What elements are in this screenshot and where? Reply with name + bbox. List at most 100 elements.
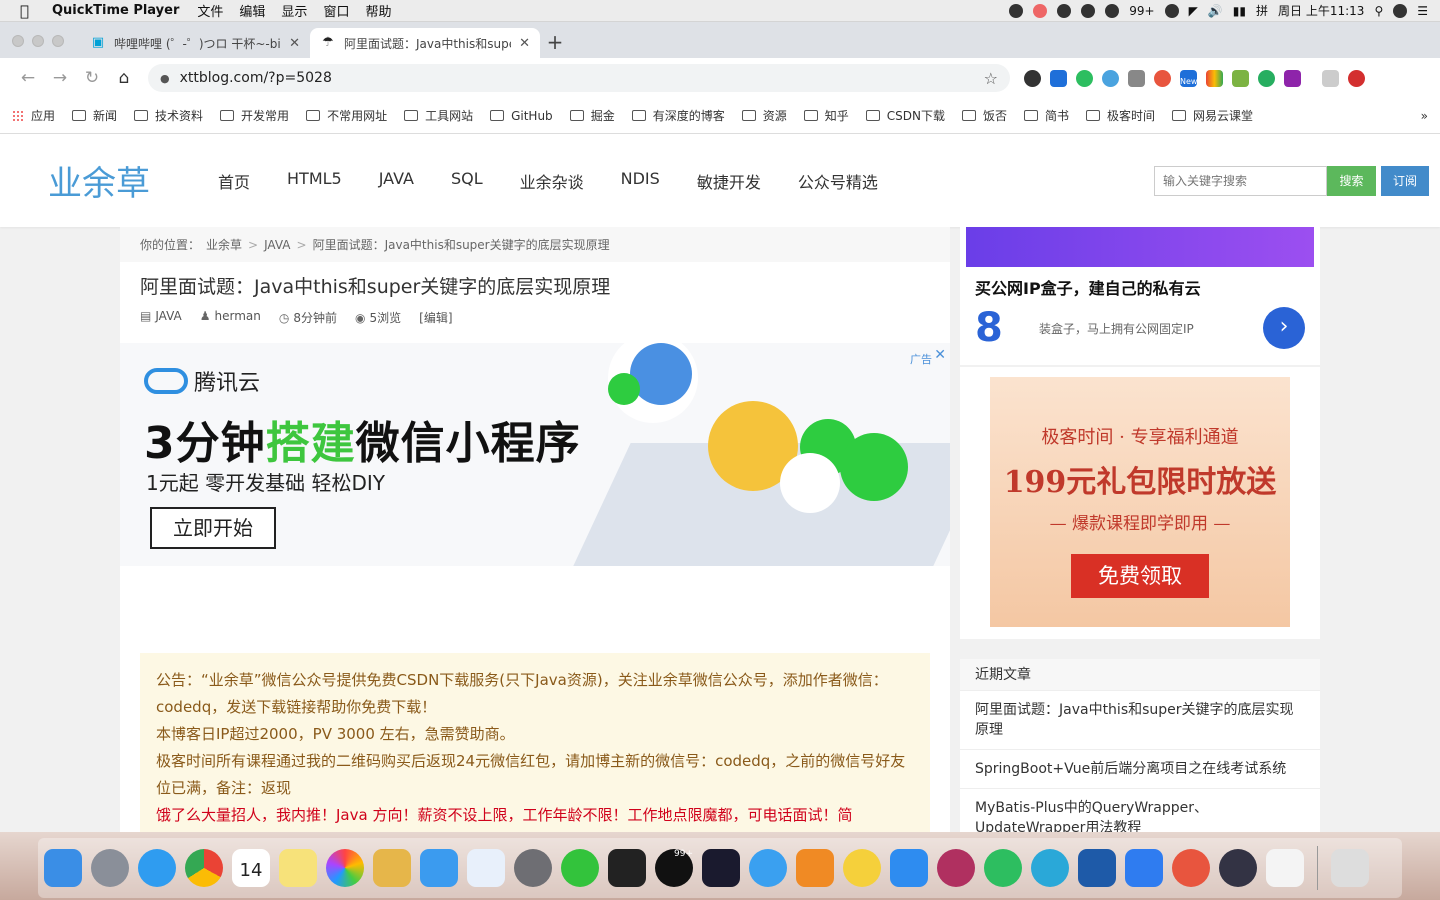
extension-icon[interactable] <box>1232 69 1249 87</box>
recent-post-link[interactable]: 阿里面试题：Java中this和super关键字的底层实现原理 <box>960 691 1320 750</box>
bluetooth-icon[interactable] <box>1164 3 1179 18</box>
extension-icon[interactable] <box>1154 69 1171 87</box>
markdown-icon[interactable] <box>1031 849 1069 887</box>
notification-center-icon[interactable]: ☰ <box>1417 4 1428 18</box>
app-icon[interactable] <box>1172 849 1210 887</box>
app-icon[interactable] <box>843 849 881 887</box>
pages-icon[interactable] <box>373 849 411 887</box>
ad-close-icon[interactable]: ✕ <box>934 347 946 363</box>
bookmark-folder[interactable]: 开发常用 <box>220 107 289 124</box>
tab-xttblog[interactable]: ☂ 阿里面试题：Java中this和supe ✕ <box>310 28 540 58</box>
bookmark-folder[interactable]: CSDN下载 <box>865 107 945 124</box>
nav-agile[interactable]: 敏捷开发 <box>697 169 761 193</box>
chrome-icon[interactable] <box>185 849 223 887</box>
search-input[interactable] <box>1154 165 1327 196</box>
forward-icon[interactable]: → <box>44 68 76 88</box>
intellij-icon[interactable] <box>702 849 740 887</box>
bookmark-folder[interactable]: 知乎 <box>803 107 849 124</box>
download-extension-icon[interactable] <box>1128 69 1145 87</box>
back-icon[interactable]: ← <box>12 68 44 88</box>
sidebar-ad-geektime[interactable]: 极客时间 · 专享福利通道 199元礼包限时放送 — 爆款课程即学即用 — 免费… <box>960 367 1320 639</box>
nav-ndis[interactable]: NDIS <box>621 169 660 193</box>
menu-help[interactable]: 帮助 <box>365 1 391 20</box>
quicktime-icon[interactable] <box>1219 849 1257 887</box>
numbers-icon[interactable] <box>420 849 458 887</box>
sidebar-ad-ip-box[interactable]: 买公网IP盒子，建自己的私有云 8 装盒子，马上拥有公网固定IP › <box>960 227 1320 365</box>
new-badge-extension-icon[interactable]: New <box>1180 69 1197 87</box>
extension-icon[interactable] <box>1322 69 1339 87</box>
nav-misc[interactable]: 业余杂谈 <box>520 169 584 193</box>
nav-html5[interactable]: HTML5 <box>287 169 342 193</box>
ad-start-button[interactable]: 立即开始 <box>150 507 276 549</box>
breadcrumb-category[interactable]: JAVA <box>264 238 290 252</box>
app-menu[interactable]: QuickTime Player <box>52 3 179 18</box>
launchpad-icon[interactable] <box>91 849 129 887</box>
send-icon[interactable] <box>749 849 787 887</box>
safari-icon[interactable] <box>138 849 176 887</box>
search-button[interactable]: 搜索 <box>1327 165 1376 196</box>
system-preferences-icon[interactable] <box>514 849 552 887</box>
menu-window[interactable]: 窗口 <box>323 1 349 20</box>
wechat-tray-icon[interactable] <box>1057 3 1072 18</box>
tray-icon[interactable] <box>1081 3 1096 18</box>
trash-icon[interactable] <box>1331 849 1369 887</box>
wifi-icon[interactable]: ◤ <box>1189 4 1198 18</box>
tray-app-icon[interactable] <box>1033 3 1048 18</box>
meta-author[interactable]: ♟ herman <box>200 309 261 326</box>
bookmark-folder[interactable]: GitHub <box>490 109 553 123</box>
extension-icon[interactable] <box>1024 69 1041 87</box>
bookmark-folder[interactable]: 掘金 <box>569 107 615 124</box>
bookmark-folder[interactable]: 网易云课堂 <box>1172 107 1253 124</box>
photos-icon[interactable] <box>326 849 364 887</box>
input-method-icon[interactable]: 拼 <box>1256 2 1268 19</box>
recent-post-link[interactable]: SpringBoot+Vue前后端分离项目之在线考试系统 <box>960 750 1320 789</box>
extension-icon[interactable] <box>1102 69 1119 87</box>
bookmark-folder[interactable]: 新闻 <box>72 107 117 124</box>
bookmark-folder[interactable]: 不常用网址 <box>306 107 387 124</box>
lock-icon[interactable]: ● <box>160 72 170 85</box>
home-icon[interactable]: ⌂ <box>108 68 140 88</box>
battery-icon[interactable]: ▮▮ <box>1233 4 1246 18</box>
nav-featured[interactable]: 公众号精选 <box>798 169 878 193</box>
address-bar[interactable]: ● xttblog.com/?p=5028 ☆ <box>148 64 1010 92</box>
tencent-cloud-ad[interactable]: 广告 ✕ 腾讯云 3分钟搭建微信小程序 1元起 零开发基础 轻松DIY 立即开始 <box>120 343 950 566</box>
mysql-workbench-icon[interactable] <box>1078 849 1116 887</box>
site-logo[interactable]: 业余草 <box>48 156 218 205</box>
sublime-text-icon[interactable] <box>796 849 834 887</box>
bookmark-folder[interactable]: 技术资料 <box>134 107 203 124</box>
spotlight-icon[interactable]: ⚲ <box>1374 4 1383 18</box>
evernote-icon[interactable] <box>984 849 1022 887</box>
menu-file[interactable]: 文件 <box>197 1 223 20</box>
close-tab-icon[interactable]: ✕ <box>519 36 530 51</box>
bookmark-folder[interactable]: 资源 <box>741 107 787 124</box>
close-tab-icon[interactable]: ✕ <box>289 36 300 51</box>
nav-home[interactable]: 首页 <box>218 169 250 193</box>
chevron-right-icon[interactable]: › <box>1263 307 1305 349</box>
edit-link[interactable]: [编辑] <box>419 309 452 326</box>
apple-icon[interactable]:  <box>20 2 38 20</box>
bookmark-folder[interactable]: 饭否 <box>961 107 1007 124</box>
breadcrumb-home[interactable]: 业余草 <box>206 236 242 253</box>
menu-edit[interactable]: 编辑 <box>239 1 265 20</box>
qq-tray-icon[interactable] <box>1105 3 1120 18</box>
extension-icon[interactable] <box>1206 69 1223 87</box>
more-bookmarks-icon[interactable]: » <box>1421 109 1428 123</box>
extension-icon[interactable] <box>1284 69 1301 87</box>
volume-icon[interactable]: 🔊 <box>1208 4 1223 18</box>
extension-icon[interactable] <box>1258 69 1275 87</box>
rar-icon[interactable] <box>937 849 975 887</box>
textedit-icon[interactable] <box>1266 849 1304 887</box>
keynote-icon[interactable] <box>467 849 505 887</box>
bookmark-apps[interactable]: 应用 <box>12 107 55 124</box>
bookmark-folder[interactable]: 工具网站 <box>404 107 473 124</box>
subscribe-button[interactable]: 订阅 <box>1381 165 1429 196</box>
nav-sql[interactable]: SQL <box>451 169 483 193</box>
extension-icon[interactable] <box>1050 69 1067 87</box>
bookmark-folder[interactable]: 极客时间 <box>1086 107 1155 124</box>
close-window-button[interactable] <box>12 35 24 47</box>
evernote-extension-icon[interactable] <box>1076 69 1093 87</box>
wps-icon[interactable] <box>890 849 928 887</box>
extension-icon[interactable] <box>1348 69 1365 87</box>
menu-view[interactable]: 显示 <box>281 1 307 20</box>
record-icon[interactable] <box>1009 3 1024 18</box>
